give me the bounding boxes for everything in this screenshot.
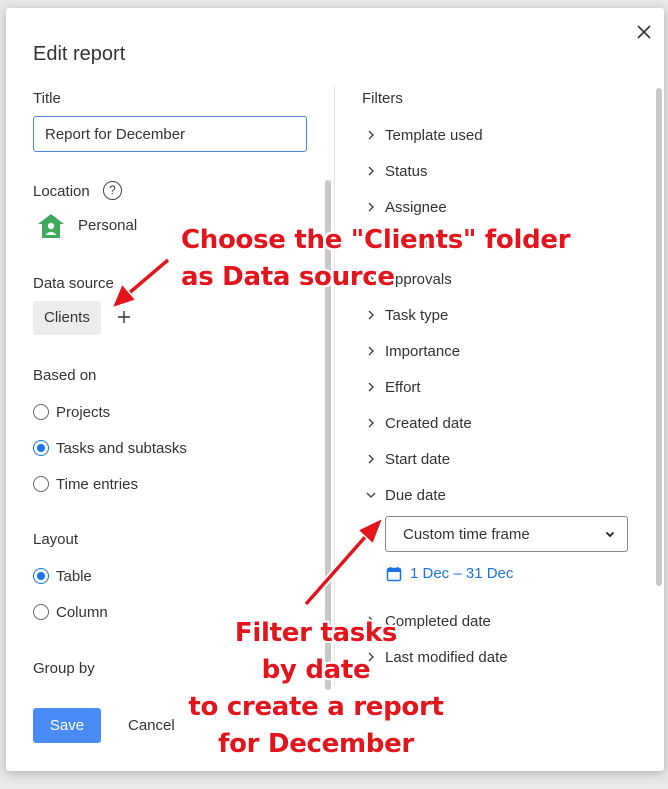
annotation-date-line-4: for December — [218, 729, 414, 759]
layout-option[interactable]: Column — [33, 602, 108, 622]
filter-item-label: Status — [385, 162, 428, 180]
filter-item-label: Due date — [385, 486, 446, 504]
filter-item[interactable]: Task type — [364, 305, 448, 325]
data-source-label: Data source — [33, 275, 114, 292]
radio-button[interactable] — [33, 568, 49, 584]
close-icon[interactable] — [632, 20, 656, 44]
due-date-range-text: 1 Dec – 31 Dec — [410, 565, 514, 582]
group-by-label: Group by — [33, 660, 95, 677]
filter-item[interactable]: Effort — [364, 377, 421, 397]
cancel-button[interactable]: Cancel — [128, 717, 175, 734]
layout-option[interactable]: Table — [33, 566, 92, 586]
personal-folder-icon — [37, 213, 65, 239]
chevron-right-icon — [368, 382, 374, 392]
radio-button[interactable] — [33, 404, 49, 420]
based-on-option-label: Tasks and subtasks — [56, 439, 187, 457]
filter-item[interactable]: Status — [364, 161, 428, 181]
filters-title: Filters — [362, 90, 403, 107]
based-on-option[interactable]: Time entries — [33, 474, 138, 494]
annotation-data-source-line-1: Choose the "Clients" folder — [181, 225, 571, 255]
based-on-label: Based on — [33, 367, 97, 384]
filter-item-label: Template used — [385, 126, 483, 144]
column-divider — [334, 86, 335, 686]
filter-item-label: Assignee — [385, 198, 447, 216]
data-source-chip[interactable]: Clients — [33, 301, 101, 335]
filter-item-label: Importance — [385, 342, 461, 360]
filter-item-label: Start date — [385, 450, 451, 468]
annotation-date-line-2: by date — [261, 655, 371, 685]
chevron-right-icon — [368, 346, 374, 356]
filter-item[interactable]: Assignee — [364, 197, 447, 217]
calendar-icon — [386, 566, 402, 581]
title-label: Title — [33, 90, 61, 107]
filter-item-label: Task type — [385, 306, 449, 324]
annotation-date-line-3: to create a report — [188, 692, 444, 722]
filter-item[interactable]: Importance — [364, 341, 460, 361]
chevron-down-icon — [605, 531, 615, 538]
based-on-option-label: Projects — [56, 403, 111, 421]
chevron-down-icon — [366, 492, 376, 498]
chevron-right-icon — [368, 310, 374, 320]
filter-item-label: Created date — [385, 414, 472, 432]
filter-item[interactable]: Due date — [364, 485, 446, 505]
radio-button[interactable] — [33, 440, 49, 456]
due-date-select-value: Custom time frame — [403, 525, 530, 543]
save-button[interactable]: Save — [33, 708, 101, 743]
location-label: Location — [33, 183, 90, 200]
chevron-right-icon — [368, 166, 374, 176]
filter-item[interactable]: Template used — [364, 125, 483, 145]
chevron-right-icon — [368, 130, 374, 140]
due-date-range-link[interactable]: 1 Dec – 31 Dec — [386, 565, 513, 582]
due-date-select[interactable]: Custom time frame — [385, 516, 628, 552]
radio-button[interactable] — [33, 476, 49, 492]
chevron-right-icon — [368, 202, 374, 212]
based-on-option-label: Time entries — [56, 475, 138, 493]
chevron-right-icon — [368, 454, 374, 464]
right-scrollbar[interactable] — [656, 88, 662, 586]
dialog-title: Edit report — [33, 43, 126, 65]
location-name: Personal — [78, 217, 138, 234]
layout-option-label: Table — [56, 567, 92, 585]
radio-button[interactable] — [33, 604, 49, 620]
annotation-date-line-1: Filter tasks — [234, 618, 398, 648]
layout-label: Layout — [33, 531, 79, 548]
based-on-option[interactable]: Tasks and subtasks — [33, 438, 187, 458]
based-on-option[interactable]: Projects — [33, 402, 110, 422]
annotation-date-filter: Filter tasks by date to create a report … — [176, 615, 456, 763]
title-input[interactable] — [33, 116, 307, 152]
chevron-right-icon — [368, 418, 374, 428]
filter-item[interactable]: Start date — [364, 449, 450, 469]
filter-item[interactable]: Created date — [364, 413, 472, 433]
help-icon[interactable]: ? — [103, 181, 122, 200]
add-data-source-icon[interactable] — [114, 307, 134, 327]
layout-option-label: Column — [56, 603, 108, 621]
annotation-data-source: Choose the "Clients" folder as Data sour… — [181, 222, 571, 296]
annotation-data-source-line-2: as Data source — [181, 262, 395, 292]
filter-item-label: Effort — [385, 378, 421, 396]
